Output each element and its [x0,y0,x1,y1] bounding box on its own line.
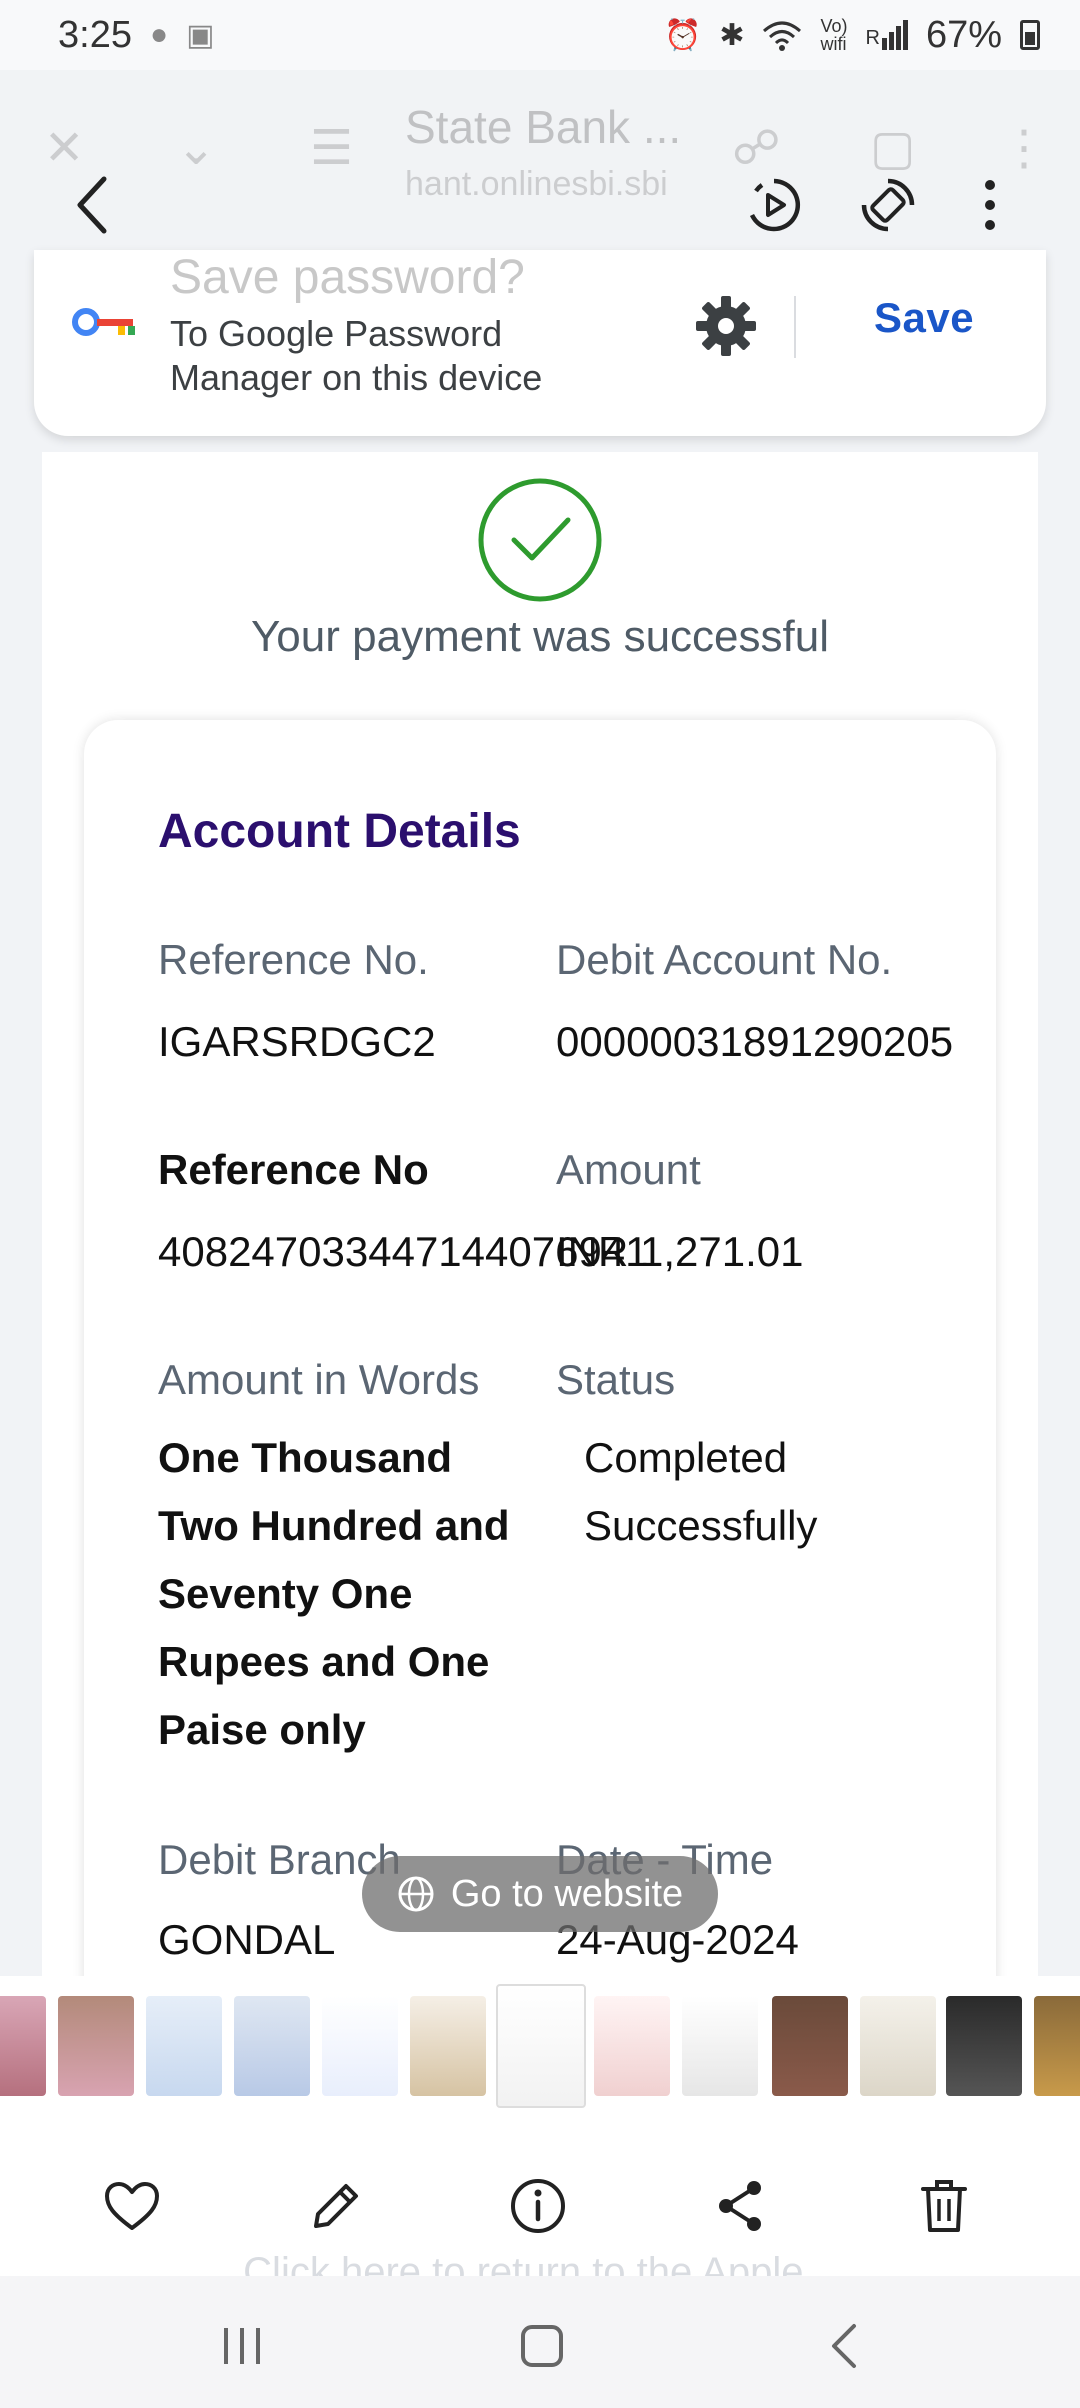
thumbnail-strip[interactable] [0,1976,1080,2126]
edit-icon [314,2184,358,2228]
signal-icon: R [865,20,908,50]
check-circle-icon [478,478,602,602]
chevron-left-icon [832,2324,856,2368]
info-button[interactable] [498,2166,578,2246]
chat-icon: ● [149,18,169,51]
image-icon: ▣ [186,18,215,52]
browser-page-title: State Bank ... [405,101,682,153]
reference-no-value: IGARSRDGC2 [158,1018,436,1065]
thumbnail[interactable] [682,1996,758,2096]
thumbnail[interactable] [58,1996,134,2096]
thumbnail[interactable] [860,1996,936,2096]
go-to-website-button[interactable]: Go to website [362,1856,718,1932]
payment-page: Your payment was successful Account Deta… [42,452,1038,2020]
thumbnail[interactable] [0,1996,46,2096]
more-icon [985,180,995,230]
save-password-button[interactable]: Save [874,294,974,342]
amount-label: Amount [556,1146,701,1193]
gear-icon [696,296,756,356]
share-button[interactable] [700,2166,780,2246]
status-value: Completed Successfully [584,1434,818,1549]
thumbnail[interactable] [322,1996,398,2096]
delete-button[interactable] [904,2166,984,2246]
favorite-button[interactable] [92,2166,172,2246]
key-icon [72,308,135,336]
status-right: ⏰ ✱ Vo) wifi R 67% [664,14,1040,57]
divider [794,296,796,358]
back-icon [77,176,107,234]
recents-icon [224,2328,260,2364]
go-to-website-label: Go to website [450,1872,684,1915]
account-details-card: Account Details Reference No. IGARSRDGC2… [84,720,996,2020]
account-details-title: Account Details [158,805,521,858]
debit-account-value: 00000031891290205 [556,1018,954,1065]
motion-photo-icon [749,178,800,232]
thumbnail[interactable] [1034,1996,1080,2096]
recent-apps-button[interactable] [202,2306,282,2386]
home-button[interactable] [502,2306,582,2386]
payment-success-message: Your payment was successful [251,612,829,661]
heart-icon [105,2182,159,2230]
volte-icon: Vo) wifi [820,16,848,54]
share-icon [719,2181,761,2231]
info-icon [511,2179,565,2233]
thumbnail[interactable] [772,1996,848,2096]
reference-no2-label: Reference No [158,1146,429,1193]
save-password-title: Save password? [170,251,525,304]
system-nav-bar [0,2276,1080,2408]
amount-value: INR 1,271.01 [556,1228,804,1275]
save-password-description: To Google Password Manager on this devic… [170,313,543,398]
battery-text: 67% [925,13,1002,56]
system-back-button[interactable] [804,2306,884,2386]
battery-icon [1020,20,1040,50]
thumbnail[interactable] [594,1996,670,2096]
status-bar: 3:25 ● ▣ ⏰ ✱ Vo) wifi R 67% [0,0,1080,70]
thumbnail[interactable] [146,1996,222,2096]
motion-photo-button[interactable] [734,165,814,245]
alarm-icon: ⏰ [663,18,702,52]
thumbnail-selected[interactable] [496,1984,586,2108]
status-left: 3:25 ● ▣ [58,14,214,57]
debit-branch-label: Debit Branch [158,1836,401,1883]
reference-no-label: Reference No. [158,936,429,983]
home-icon [521,2325,563,2367]
debit-branch-value: GONDAL [158,1916,336,1963]
password-settings-button[interactable] [694,294,758,363]
auto-rotate-button[interactable] [848,165,928,245]
viewer-toolbar [0,150,1080,260]
save-password-card: Save password? To Google Password Manage… [34,250,1046,436]
debit-account-label: Debit Account No. [556,936,893,983]
edit-button[interactable] [296,2166,376,2246]
auto-rotate-icon [861,178,915,232]
status-time: 3:25 [58,13,132,56]
delete-icon [921,2180,967,2232]
thumbnail[interactable] [410,1996,486,2096]
back-button[interactable] [52,165,132,245]
status-label: Status [556,1356,676,1403]
amount-in-words-value: One Thousand Two Hundred and Seventy One… [158,1434,510,1753]
more-options-button[interactable] [950,165,1030,245]
bluetooth-icon: ✱ [719,18,745,52]
globe-icon [398,1876,434,1912]
thumbnail[interactable] [234,1996,310,2096]
wifi-icon [763,21,802,51]
thumbnail[interactable] [946,1996,1022,2096]
amount-in-words-label: Amount in Words [158,1356,480,1403]
